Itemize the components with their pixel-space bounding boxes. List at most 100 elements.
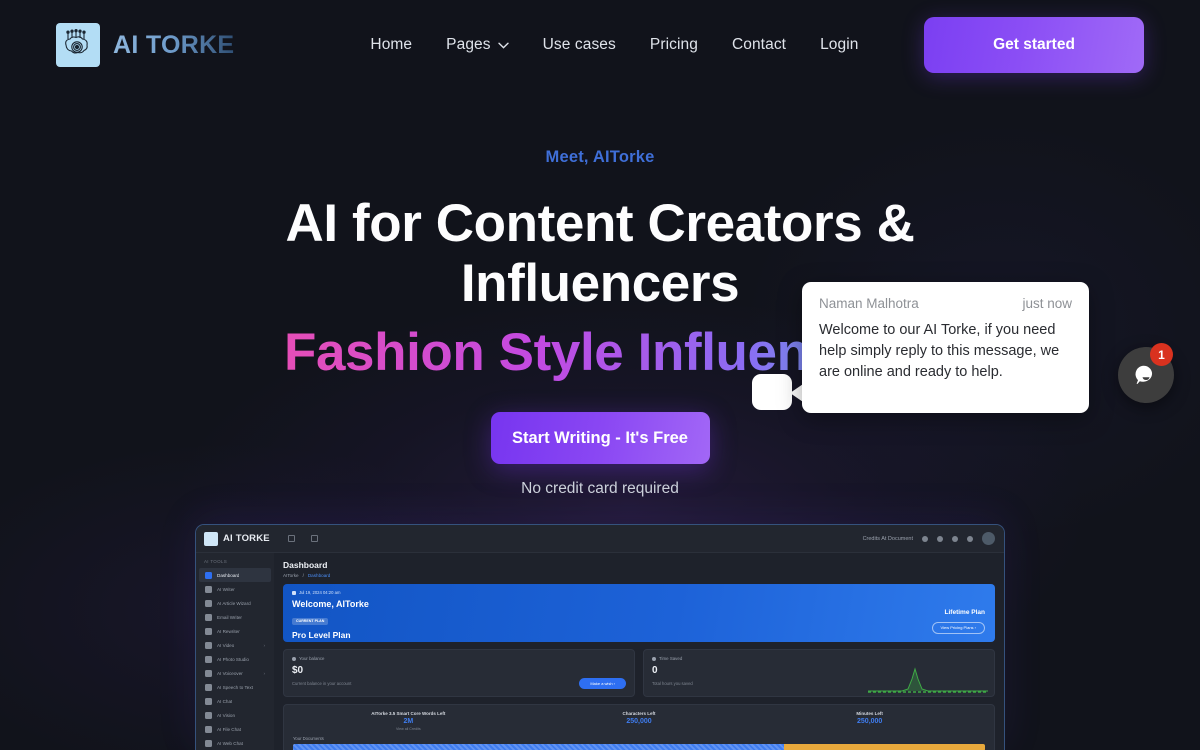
- chat-message-card[interactable]: Naman Malhotra just now Welcome to our A…: [802, 282, 1089, 413]
- your-documents-label: Your Documents: [293, 735, 324, 741]
- breadcrumb-root[interactable]: AITorke: [283, 573, 299, 578]
- top-navigation-bar: AI TORKE Home Pages Use cases Pricing Co…: [0, 0, 1200, 90]
- wallet-icon: [292, 656, 296, 661]
- sidebar-item-ai-video[interactable]: AI Video ›: [199, 638, 271, 652]
- nav-label: Contact: [731, 36, 787, 53]
- chat-avatar-placeholder: [752, 374, 792, 410]
- chat-message-text: Welcome to our AI Torke, if you need hel…: [819, 322, 1060, 380]
- video-icon: [205, 641, 212, 649]
- sidebar-item-ai-article-wizard[interactable]: AI Article Wizard: [199, 596, 271, 610]
- quota-card: AITorke 3.5 Smart Core Words Left 2M Vie…: [283, 704, 995, 750]
- sidebar-item-label: AI Chat: [217, 698, 233, 704]
- dashboard-topbar: AI TORKE Credits At Document: [196, 525, 1004, 553]
- get-started-button[interactable]: Get started: [924, 17, 1144, 73]
- ai-brain-icon: [56, 23, 100, 67]
- settings-icon[interactable]: [937, 535, 943, 542]
- documents-progress-fill: [293, 743, 785, 750]
- sidebar-section-label: AI TOOLS: [204, 559, 227, 564]
- sidebar-item-label: AI Video: [217, 642, 235, 648]
- quota-label: Characters Left: [622, 711, 656, 716]
- nav-label: Pricing: [649, 36, 698, 53]
- chat-unread-badge: 1: [1150, 343, 1173, 366]
- nav-item-pricing[interactable]: Pricing: [650, 36, 698, 54]
- balance-label-row: Your balance: [292, 656, 626, 661]
- sidebar-item-label: Email Writer: [217, 614, 242, 620]
- bell-icon[interactable]: [922, 535, 928, 542]
- breadcrumb: AITorke / Dashboard: [283, 573, 995, 578]
- view-pricing-plans-button[interactable]: View Pricing Plans ›: [931, 621, 985, 634]
- balance-card: Your balance $0 Current balance in your …: [283, 649, 635, 697]
- sidebar-item-ai-speech-to-text[interactable]: AI Speech to Text: [199, 680, 271, 694]
- calendar-icon: [292, 590, 296, 595]
- welcome-banner-right: Lifetime Plan View Pricing Plans ›: [931, 609, 985, 634]
- avatar[interactable]: [982, 532, 995, 545]
- web-chat-icon: [205, 739, 212, 747]
- sidebar-item-ai-writer[interactable]: AI Writer: [199, 582, 271, 596]
- nav-item-use-cases[interactable]: Use cases: [543, 36, 616, 54]
- welcome-date-text: Jul 19, 2024 04:20 am: [299, 590, 341, 595]
- hero-subnote: No credit card required: [521, 480, 679, 497]
- dashboard-credit-label: Credits At Document: [862, 535, 913, 542]
- quota-col-characters: Characters Left 250,000: [524, 711, 755, 731]
- documents-progress-bar: [293, 743, 985, 750]
- welcome-banner: Jul 19, 2024 04:20 am Welcome, AITorke C…: [283, 584, 995, 642]
- voice-icon: [205, 669, 212, 677]
- balance-sub: Current balance in your account: [292, 681, 352, 686]
- quota-value: 2M: [403, 718, 414, 725]
- current-plan-badge: CURRENT PLAN: [292, 617, 329, 625]
- dashboard-topbar-icons: [288, 535, 318, 542]
- welcome-title: Welcome, AITorke: [292, 599, 369, 609]
- sidebar-item-ai-file-chat[interactable]: AI File Chat: [199, 722, 271, 736]
- photo-icon: [205, 655, 212, 663]
- grid-icon[interactable]: [952, 535, 958, 542]
- search-icon[interactable]: [311, 535, 318, 542]
- time-saved-label: Time Saved: [659, 656, 683, 661]
- quota-value: 250,000: [857, 718, 883, 725]
- sidebar-item-dashboard[interactable]: Dashboard: [199, 568, 271, 582]
- nav-item-login[interactable]: Login: [820, 36, 858, 54]
- quota-sub[interactable]: View all Credits: [293, 727, 524, 731]
- balance-label: Your balance: [299, 656, 325, 661]
- sidebar-item-label: AI Article Wizard: [217, 600, 251, 606]
- sidebar-item-ai-vision[interactable]: AI Vision: [199, 708, 271, 722]
- sidebar-item-label: AI Writer: [217, 586, 235, 592]
- email-icon: [205, 613, 212, 621]
- brand-name: AI TORKE: [113, 30, 235, 59]
- dashboard-icon: [205, 571, 212, 579]
- lifetime-plan-label: Lifetime Plan: [944, 609, 985, 616]
- dashboard-sidebar: AI TOOLS Dashboard AI Writer AI Article …: [196, 553, 274, 750]
- make-a-wish-button[interactable]: Make a wish ›: [579, 678, 626, 689]
- nav-item-home[interactable]: Home: [370, 36, 412, 54]
- nav-item-contact[interactable]: Contact: [732, 36, 786, 54]
- quota-label: AITorke 3.5 Smart Core Words Left: [371, 711, 446, 716]
- dashboard-logo-text: AI TORKE: [223, 533, 270, 544]
- nav-label: Use cases: [542, 36, 616, 53]
- start-writing-button[interactable]: Start Writing - It's Free: [490, 412, 710, 464]
- menu-icon[interactable]: [288, 535, 295, 542]
- sidebar-item-ai-voiceover[interactable]: AI Voiceover ›: [199, 666, 271, 680]
- speech-icon: [205, 683, 212, 691]
- quota-col-words: AITorke 3.5 Smart Core Words Left 2M Vie…: [293, 711, 524, 731]
- writer-icon: [205, 585, 212, 593]
- sidebar-item-ai-web-chat[interactable]: AI Web Chat: [199, 736, 271, 750]
- sidebar-item-label: AI Voiceover: [217, 670, 243, 676]
- landing-page: AI TORKE Home Pages Use cases Pricing Co…: [0, 0, 1200, 750]
- dashboard-logo-icon: [204, 531, 218, 546]
- sparkline-chart: [868, 667, 988, 693]
- nav-item-pages[interactable]: Pages: [446, 36, 509, 54]
- sidebar-item-label: Dashboard: [217, 572, 240, 578]
- brand-logo[interactable]: AI TORKE: [56, 23, 234, 67]
- flag-icon[interactable]: [967, 535, 973, 542]
- dashboard-main: Dashboard AITorke / Dashboard Jul 19, 20…: [274, 553, 1004, 750]
- nav-links: Home Pages Use cases Pricing Contact Log…: [370, 36, 858, 54]
- sidebar-item-email-writer[interactable]: Email Writer: [199, 610, 271, 624]
- sidebar-item-ai-photo-studio[interactable]: AI Photo Studio: [199, 652, 271, 666]
- hero-heading-line1: AI for Content Creators &: [285, 194, 915, 253]
- breadcrumb-separator: /: [302, 573, 304, 578]
- sidebar-item-ai-rewriter[interactable]: AI Rewriter: [199, 624, 271, 638]
- dashboard-logo: AI TORKE: [196, 531, 274, 546]
- sidebar-item-ai-chat[interactable]: AI Chat: [199, 694, 271, 708]
- sidebar-item-label: AI Rewriter: [217, 628, 240, 634]
- quota-value: 250,000: [626, 718, 652, 725]
- sidebar-item-label: AI Vision: [217, 712, 236, 718]
